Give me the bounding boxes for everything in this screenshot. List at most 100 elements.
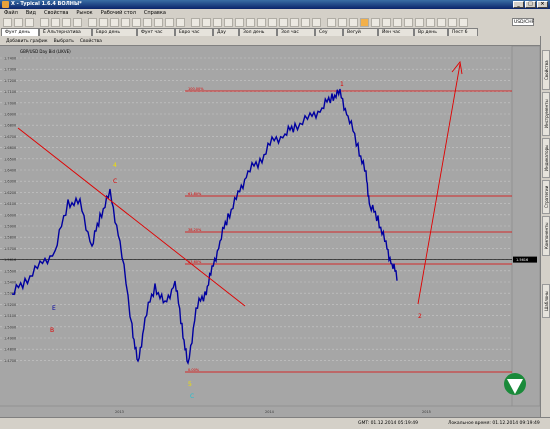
tool-icon[interactable]: [301, 18, 310, 27]
fib-level-label: 61.80%: [188, 192, 202, 196]
window-title: X - Typical 1.6.4 ВОЛНЫ*: [11, 1, 82, 7]
price-axis: [511, 45, 541, 407]
menu-desktop[interactable]: Рабочий стол: [101, 10, 136, 16]
tab-11[interactable]: Вр день: [414, 28, 448, 36]
tool-icon[interactable]: [224, 18, 233, 27]
wave-label: 2: [418, 313, 422, 320]
timeframe-icon[interactable]: [415, 18, 424, 27]
vtab-indicators[interactable]: Индикаторы: [542, 138, 550, 178]
y-label-left: 1.5616: [4, 258, 16, 262]
tool-icon[interactable]: [191, 18, 200, 27]
wave-label: C: [190, 393, 194, 400]
y-label-left: 1.5000: [4, 325, 16, 329]
tool-icon[interactable]: [202, 18, 211, 27]
menu-view[interactable]: Вид: [26, 10, 36, 16]
tab-6[interactable]: Зол день: [239, 28, 277, 36]
maximize-button[interactable]: □: [525, 1, 536, 8]
menu-help[interactable]: Справка: [144, 10, 166, 16]
tab-10[interactable]: Йен час: [378, 28, 414, 36]
main-toolbar: [0, 17, 550, 28]
wave-label: B: [50, 327, 54, 334]
instrument-label: GBP/USD Day Bid (LIKVE): [20, 49, 71, 54]
timeframe-icon[interactable]: [437, 18, 446, 27]
select-button[interactable]: Выбрать: [54, 39, 74, 44]
forward-icon[interactable]: [51, 18, 60, 27]
price-chart[interactable]: GBP/USD Day Bid (LIKVE)1.74001.74001.730…: [0, 45, 541, 418]
tool-icon[interactable]: [349, 18, 358, 27]
timeframe-icon[interactable]: [404, 18, 413, 27]
back-icon[interactable]: [40, 18, 49, 27]
y-label-left: 1.5200: [4, 303, 16, 307]
y-label-left: 1.5900: [4, 225, 16, 229]
menu-market[interactable]: Рынок: [76, 10, 92, 16]
x-label: 2015: [422, 410, 431, 414]
zoom-out-icon[interactable]: [73, 18, 82, 27]
hline-icon[interactable]: [121, 18, 130, 27]
fibo-icon[interactable]: [154, 18, 163, 27]
tool-icon[interactable]: [246, 18, 255, 27]
tab-7[interactable]: Зол час: [277, 28, 315, 36]
y-label-left: 1.5100: [4, 314, 16, 318]
tool-icon[interactable]: [338, 18, 347, 27]
separator: [36, 18, 38, 27]
vtab-components[interactable]: Компоненты: [542, 216, 550, 256]
tab-12[interactable]: Пест 6: [448, 28, 478, 36]
y-label-left: 1.6100: [4, 202, 16, 206]
tab-8[interactable]: Сеу: [315, 28, 343, 36]
symbol-select[interactable]: USD/CHF: [512, 18, 534, 26]
menu-properties[interactable]: Свойства: [44, 10, 68, 16]
tool-icon[interactable]: [279, 18, 288, 27]
timeframe-icon[interactable]: [426, 18, 435, 27]
vtab-templates[interactable]: Шаблоны: [542, 284, 550, 318]
line-icon[interactable]: [110, 18, 119, 27]
text-icon[interactable]: [165, 18, 174, 27]
timeframe-icon[interactable]: [360, 18, 369, 27]
close-button[interactable]: ×: [537, 1, 548, 8]
timeframe-icon[interactable]: [382, 18, 391, 27]
timeframe-icon[interactable]: [459, 18, 468, 27]
zoom-in-icon[interactable]: [62, 18, 71, 27]
wave-label: E: [52, 305, 56, 312]
separator: [187, 18, 189, 27]
menu-file[interactable]: Файл: [4, 10, 18, 16]
tab-4[interactable]: Евро час: [175, 28, 213, 36]
tab-1[interactable]: Ё Альтернатива: [39, 28, 92, 36]
current-price-label: 1.5616: [516, 258, 528, 262]
channel-icon[interactable]: [143, 18, 152, 27]
vtab-properties[interactable]: Свойства: [542, 50, 550, 90]
minimize-button[interactable]: _: [513, 1, 524, 8]
save-icon[interactable]: [25, 18, 34, 27]
timeframe-icon[interactable]: [393, 18, 402, 27]
tab-0[interactable]: Фунт день: [1, 28, 39, 36]
tool-icon[interactable]: [257, 18, 266, 27]
tab-3[interactable]: Фунт час: [137, 28, 175, 36]
tool-icon[interactable]: [327, 18, 336, 27]
crosshair-icon[interactable]: [99, 18, 108, 27]
vtab-strategies[interactable]: Стратегии: [542, 180, 550, 214]
timeframe-icon[interactable]: [448, 18, 457, 27]
tool-icon[interactable]: [235, 18, 244, 27]
timeframe-icon[interactable]: [371, 18, 380, 27]
tool-icon[interactable]: [213, 18, 222, 27]
separator: [84, 18, 86, 27]
y-label-left: 1.7300: [4, 68, 16, 72]
tab-2[interactable]: Евро день: [92, 28, 137, 36]
tool-icon[interactable]: [268, 18, 277, 27]
tab-5[interactable]: Дау: [213, 28, 239, 36]
new-icon[interactable]: [3, 18, 12, 27]
tool-icon[interactable]: [290, 18, 299, 27]
y-label-left: 1.6400: [4, 169, 16, 173]
cursor-icon[interactable]: [88, 18, 97, 27]
arrow-icon[interactable]: [176, 18, 185, 27]
tool-icon[interactable]: [312, 18, 321, 27]
add-chart-button[interactable]: Добавить график: [6, 39, 48, 44]
open-icon[interactable]: [14, 18, 23, 27]
y-label-left: 1.4700: [4, 359, 16, 363]
menu-bar: Файл Вид Свойства Рынок Рабочий стол Спр…: [0, 9, 550, 17]
tab-9[interactable]: Вегуй: [343, 28, 378, 36]
properties-button[interactable]: Свойства: [80, 39, 102, 44]
vtab-instruments[interactable]: Инструменты: [542, 92, 550, 136]
vline-icon[interactable]: [132, 18, 141, 27]
chart-svg[interactable]: GBP/USD Day Bid (LIKVE)1.74001.74001.730…: [0, 45, 541, 418]
wave-label: 5: [188, 381, 192, 388]
